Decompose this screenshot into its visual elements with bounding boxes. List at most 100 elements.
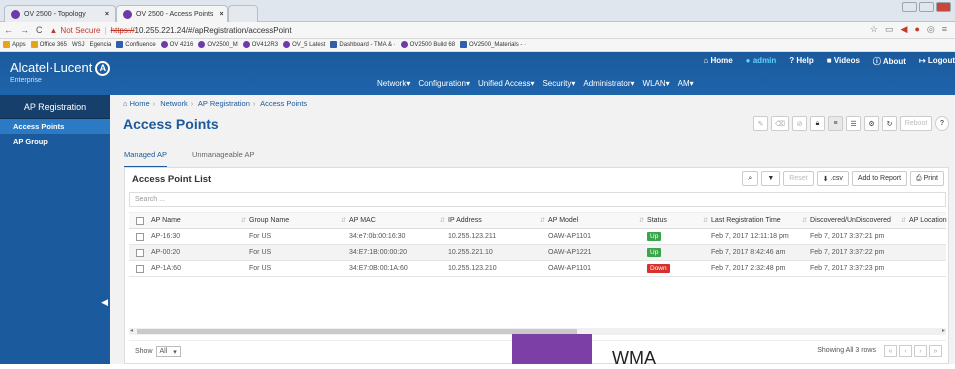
edit-icon[interactable]: ✎ (753, 116, 769, 131)
panel-title: Access Point List (132, 174, 212, 185)
forward-icon[interactable]: → (20, 25, 29, 35)
close-tab-icon[interactable]: × (213, 11, 223, 18)
bookmark-office[interactable]: Office 365 (30, 41, 67, 49)
reboot-button[interactable]: Reboot (900, 116, 932, 131)
row-checkbox[interactable] (136, 264, 144, 273)
discovered-time: Feb 7, 2017 3:37:21 pm (810, 233, 885, 240)
extension-icon[interactable]: ◀ (901, 24, 908, 35)
collapse-sidebar-icon[interactable]: ◀ (101, 297, 108, 308)
menu-am[interactable]: AM▾ (678, 79, 694, 88)
table-row[interactable]: AP-16:30 For US 34:e7:0b:00:16:30 10.255… (129, 229, 946, 245)
menu-administrator[interactable]: Administrator▾ (583, 79, 634, 88)
menu-icon[interactable]: ≡ (942, 24, 947, 35)
table-row[interactable]: AP-1A:60 For US 34:E7:0B:00:1A:60 10.255… (129, 261, 946, 277)
sidebar-item-ap-group[interactable]: AP Group (0, 134, 110, 149)
maximize-icon[interactable] (919, 2, 934, 12)
col-ip-address[interactable]: ⇵ IP Address (440, 213, 482, 228)
reload-icon[interactable]: C (36, 25, 43, 35)
reset-button[interactable]: Reset (783, 171, 814, 186)
tab-managed-ap[interactable]: Managed AP (124, 150, 167, 168)
help-button[interactable]: ? (935, 116, 949, 131)
bookmark-confluence[interactable]: Confluence (116, 41, 156, 49)
scroll-right-icon[interactable]: ▸ (942, 327, 945, 334)
browser-tab-access-points[interactable]: OV 2500 - Access Points × (116, 5, 228, 22)
first-page-button[interactable]: « (884, 345, 897, 357)
scrollbar-thumb[interactable] (137, 329, 577, 334)
extension-icon[interactable]: ● (914, 24, 919, 35)
col-ap-mac[interactable]: ⇵ AP MAC (341, 213, 376, 228)
menu-configuration[interactable]: Configuration▾ (418, 79, 470, 88)
scroll-left-icon[interactable]: ◂ (130, 327, 133, 334)
print-button[interactable]: ⎙ Print (910, 171, 944, 186)
search-icon[interactable]: ⌕ (742, 171, 759, 186)
add-to-report-button[interactable]: Add to Report (851, 171, 908, 186)
bookmark-wsj[interactable]: WSJ (72, 42, 85, 48)
brand-logo[interactable]: Alcatel·Lucent A Enterprise (10, 60, 111, 84)
block-icon[interactable]: ⊘ (792, 116, 807, 131)
page-size-select[interactable]: All ▾ (155, 346, 181, 357)
url-field[interactable]: ▲ Not Secure | https:// 10.255.221.24/#/… (50, 24, 806, 37)
tab-unmanageable-ap[interactable]: Unmanageable AP (192, 150, 255, 168)
col-discovered[interactable]: ⇵ Discovered/UnDiscovered (802, 213, 891, 228)
col-ap-model[interactable]: ⇵ AP Model (540, 213, 578, 228)
sidebar-item-access-points[interactable]: Access Points (0, 119, 110, 134)
menu-wlan[interactable]: WLAN▾ (643, 79, 670, 88)
col-last-registration[interactable]: ⇵ Last Registration Time (703, 213, 781, 228)
crumb-network[interactable]: Network (160, 99, 188, 108)
bookmark-ov4216[interactable]: OV 4216 (160, 41, 193, 49)
lock-icon[interactable]: 🔒︎ (810, 116, 825, 131)
bookmark-dashboard[interactable]: Dashboard - TMA & · (330, 41, 396, 49)
close-tab-icon[interactable]: × (99, 11, 109, 18)
row-checkbox[interactable] (136, 232, 144, 241)
row-checkbox[interactable] (136, 248, 144, 257)
overlay-text: WMA (612, 348, 656, 368)
col-ap-location[interactable]: ⇵ AP Location (901, 213, 947, 228)
delete-icon[interactable]: ⌫ (771, 116, 789, 131)
last-page-button[interactable]: » (929, 345, 942, 357)
refresh-icon[interactable]: ↻ (882, 116, 897, 131)
ap-mac: 34:E7:0B:00:1A:60 (349, 265, 408, 272)
search-input[interactable]: Search ... (129, 192, 946, 207)
settings-icon[interactable]: ⚙ (864, 116, 879, 131)
about-link[interactable]: ⓘ About (873, 56, 906, 67)
bookmark-egencia[interactable]: Egencia (90, 42, 112, 48)
cast-icon[interactable]: ▭ (885, 24, 894, 35)
extension-icon[interactable]: ◎ (927, 24, 935, 35)
crumb-home[interactable]: Home (130, 99, 150, 108)
select-all-checkbox[interactable] (136, 216, 144, 225)
filter-icon[interactable]: ▼ (761, 171, 781, 186)
bookmark-ov2500materials[interactable]: OV2500_Materials - · (460, 41, 526, 49)
table-row[interactable]: AP-00:20 For US 34:E7:1B:00:00:20 10.255… (129, 245, 946, 261)
menu-network[interactable]: Network▾ (377, 79, 410, 88)
back-icon[interactable]: ← (4, 25, 13, 35)
bookmark-apps[interactable]: Apps (3, 41, 26, 49)
browser-tab-topology[interactable]: OV 2500 - Topology × (4, 5, 116, 22)
list-view-icon[interactable]: ≡ (828, 116, 843, 131)
crumb-ap-registration[interactable]: AP Registration (198, 99, 250, 108)
menu-unified-access[interactable]: Unified Access▾ (478, 79, 534, 88)
col-group-name[interactable]: ⇵ Group Name (241, 213, 289, 228)
close-window-icon[interactable] (936, 2, 951, 12)
page-title: Access Points (123, 116, 219, 132)
bookmark-ov412r3[interactable]: OV412R3 (242, 41, 278, 49)
browser-tools: ☆ ▭ ◀ ● ◎ ≡ (870, 24, 947, 35)
user-link[interactable]: ● admin (746, 56, 777, 67)
bookmark-ov2500build[interactable]: OV2500 Build 68 (400, 41, 455, 49)
videos-link[interactable]: ■ Videos (827, 56, 860, 67)
next-page-button[interactable]: › (914, 345, 927, 357)
col-status[interactable]: ⇵ Status (639, 213, 667, 228)
detail-view-icon[interactable]: ☰ (846, 116, 861, 131)
home-link[interactable]: ⌂ Home (703, 56, 732, 67)
prev-page-button[interactable]: ‹ (899, 345, 912, 357)
bookmark-ov2500m[interactable]: OV2500_M (198, 41, 238, 49)
col-ap-name[interactable]: AP Name (151, 213, 181, 228)
menu-security[interactable]: Security▾ (542, 79, 575, 88)
star-icon[interactable]: ☆ (870, 24, 878, 35)
ip-address: 10.255.221.10 (448, 249, 493, 256)
minimize-icon[interactable] (902, 2, 917, 12)
new-tab-button[interactable] (228, 5, 258, 22)
csv-button[interactable]: ⬇ .csv (816, 171, 849, 186)
logout-link[interactable]: ↦ Logout (919, 56, 955, 67)
help-link[interactable]: ? Help (789, 56, 813, 67)
bookmark-ov5latest[interactable]: OV_5 Latest (283, 41, 325, 49)
